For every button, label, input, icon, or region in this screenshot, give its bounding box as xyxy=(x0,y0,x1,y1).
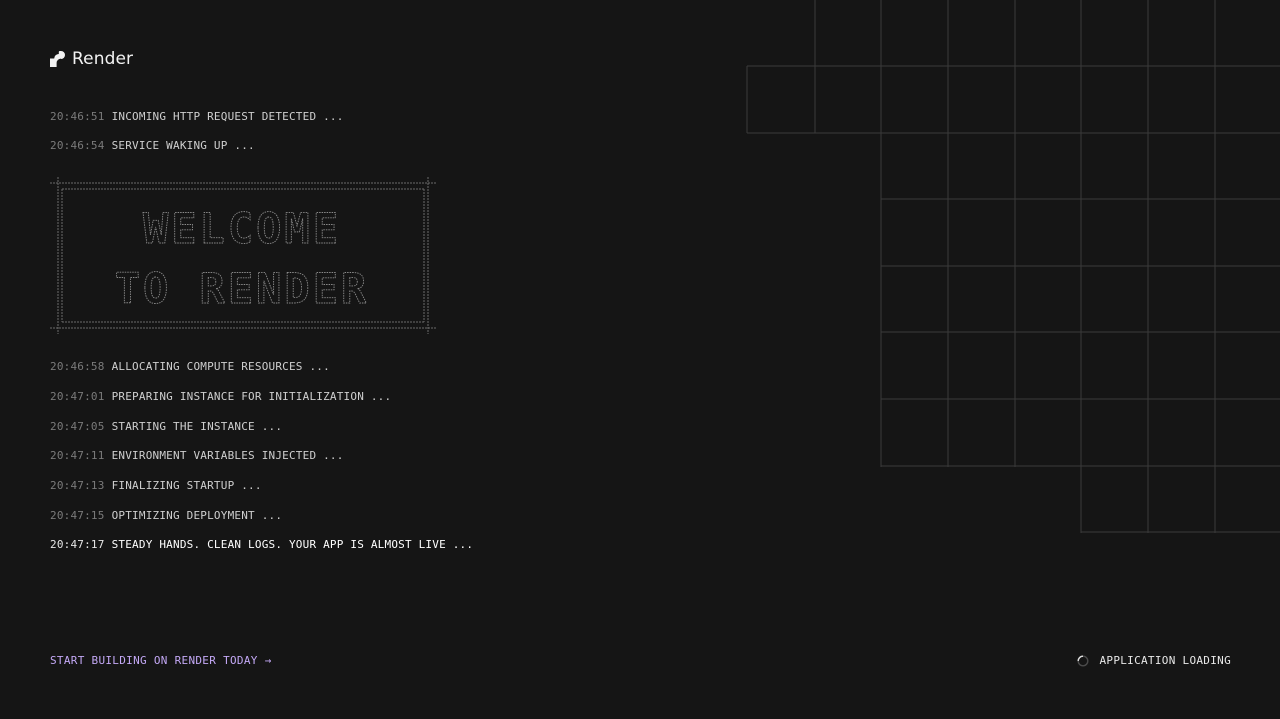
banner-line-1: WELCOME xyxy=(143,204,341,253)
log-line: 20:47:01 PREPARING INSTANCE FOR INITIALIZ… xyxy=(50,390,391,404)
log-message: ALLOCATING COMPUTE RESOURCES ... xyxy=(111,360,330,373)
log-timestamp: 20:47:01 xyxy=(50,390,105,403)
log-message: INCOMING HTTP REQUEST DETECTED ... xyxy=(111,110,344,123)
log-line: 20:47:05 STARTING THE INSTANCE ... xyxy=(50,420,282,434)
log-line: 20:46:54 SERVICE WAKING UP ... xyxy=(50,139,255,153)
log-timestamp: 20:47:13 xyxy=(50,479,105,492)
status-label: APPLICATION LOADING xyxy=(1099,654,1231,667)
log-line: 20:47:11 ENVIRONMENT VARIABLES INJECTED .… xyxy=(50,449,344,463)
log-message: SERVICE WAKING UP ... xyxy=(111,139,255,152)
loading-spinner-icon xyxy=(1077,655,1089,667)
loading-status: APPLICATION LOADING xyxy=(1077,654,1231,668)
render-logo-icon xyxy=(50,51,65,67)
log-message: STARTING THE INSTANCE ... xyxy=(111,420,283,433)
log-timestamp: 20:46:51 xyxy=(50,110,105,123)
welcome-banner: WELCOME TO RENDER xyxy=(50,177,436,334)
log-timestamp: 20:47:15 xyxy=(50,509,105,522)
log-timestamp: 20:47:17 xyxy=(50,538,105,551)
log-line-final: 20:47:17 STEADY HANDS. CLEAN LOGS. YOUR A… xyxy=(50,538,473,552)
log-message: FINALIZING STARTUP ... xyxy=(111,479,262,492)
start-building-link[interactable]: START BUILDING ON RENDER TODAY → xyxy=(50,654,272,668)
log-message: OPTIMIZING DEPLOYMENT ... xyxy=(111,509,283,522)
log-timestamp: 20:46:54 xyxy=(50,139,105,152)
log-line: 20:47:15 OPTIMIZING DEPLOYMENT ... xyxy=(50,509,282,523)
log-message: ENVIRONMENT VARIABLES INJECTED ... xyxy=(111,449,344,462)
log-line: 20:46:51 INCOMING HTTP REQUEST DETECTED .… xyxy=(50,110,344,124)
log-message: STEADY HANDS. CLEAN LOGS. YOUR APP IS AL… xyxy=(111,538,474,551)
log-line: 20:46:58 ALLOCATING COMPUTE RESOURCES ... xyxy=(50,360,330,374)
log-line: 20:47:13 FINALIZING STARTUP ... xyxy=(50,479,262,493)
render-logo[interactable]: Render xyxy=(50,48,133,70)
banner-line-2: TO RENDER xyxy=(115,264,370,313)
decorative-grid xyxy=(740,0,1280,540)
log-timestamp: 20:46:58 xyxy=(50,360,105,373)
log-timestamp: 20:47:05 xyxy=(50,420,105,433)
log-timestamp: 20:47:11 xyxy=(50,449,105,462)
brand-name: Render xyxy=(72,49,134,69)
log-message: PREPARING INSTANCE FOR INITIALIZATION ..… xyxy=(111,390,392,403)
